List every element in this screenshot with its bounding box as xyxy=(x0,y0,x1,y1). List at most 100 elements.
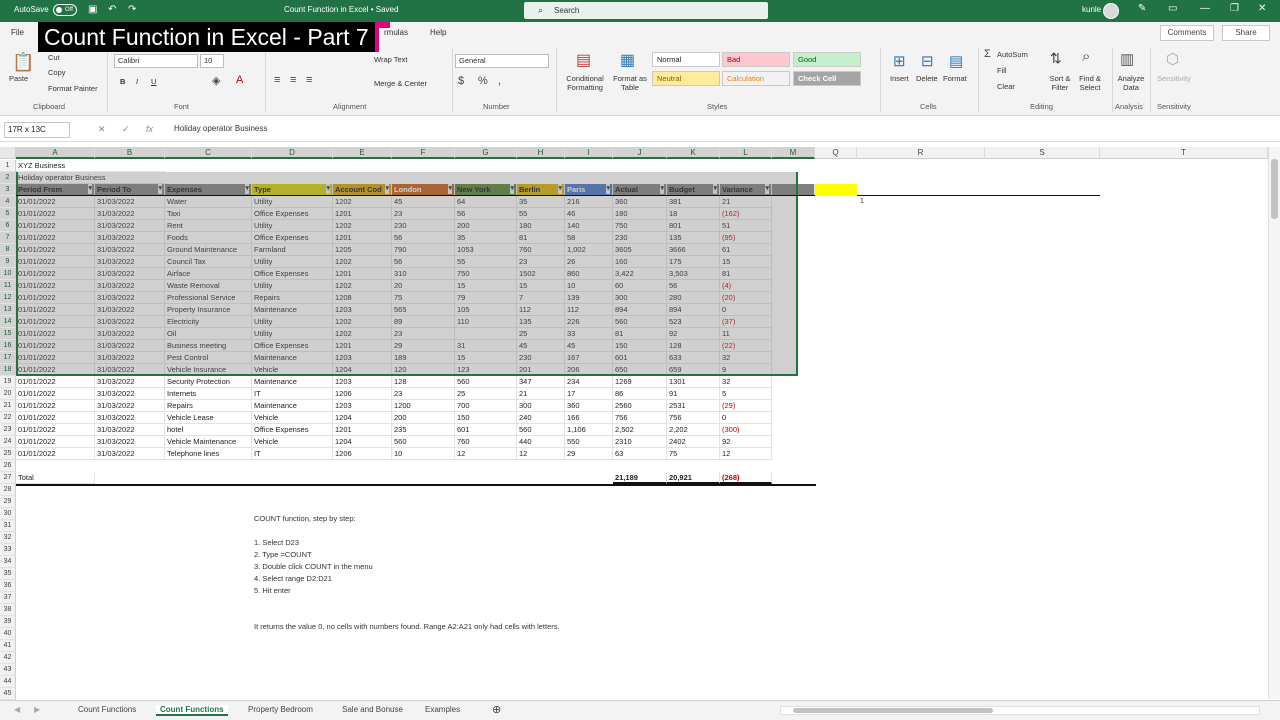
table-cell[interactable]: 61 xyxy=(720,244,772,256)
table-cell[interactable]: 1202 xyxy=(333,220,392,232)
add-sheet-icon[interactable]: ⊕ xyxy=(492,703,501,716)
table-cell[interactable]: 89 xyxy=(392,316,455,328)
table-cell[interactable]: 300 xyxy=(613,292,667,304)
table-cell[interactable]: Vehicle xyxy=(252,364,333,376)
column-header-k[interactable]: K xyxy=(667,147,720,159)
row-header-4[interactable]: 4 xyxy=(0,196,16,208)
table-cell[interactable]: 760 xyxy=(455,436,517,448)
table-cell[interactable]: 633 xyxy=(667,352,720,364)
table-cell[interactable]: 17 xyxy=(565,388,613,400)
table-cell[interactable]: 01/01/2022 xyxy=(16,196,95,208)
table-cell[interactable]: 58 xyxy=(565,232,613,244)
table-cell[interactable]: 7 xyxy=(517,292,565,304)
row-header-2[interactable]: 2 xyxy=(0,172,16,184)
row-header-16[interactable]: 16 xyxy=(0,340,16,352)
table-cell[interactable]: 29 xyxy=(565,448,613,460)
table-cell[interactable]: 01/01/2022 xyxy=(16,436,95,448)
table-cell[interactable]: 1204 xyxy=(333,436,392,448)
total-label[interactable]: Total xyxy=(16,472,95,484)
table-cell[interactable]: 550 xyxy=(565,436,613,448)
table-cell[interactable]: 01/01/2022 xyxy=(16,376,95,388)
table-cell[interactable]: 31/03/2022 xyxy=(95,412,165,424)
table-cell[interactable]: 31/03/2022 xyxy=(95,208,165,220)
table-cell[interactable]: 11 xyxy=(720,328,772,340)
analyze-data-button[interactable]: Analyze Data xyxy=(1115,74,1147,92)
search-box[interactable]: ⌕ Search xyxy=(524,2,768,19)
underline-button[interactable]: U xyxy=(151,77,156,86)
table-cell[interactable]: 23 xyxy=(517,256,565,268)
sheet-tab-property-bedroom[interactable]: Property Bedroom xyxy=(248,705,313,714)
table-cell[interactable]: Vehicle Insurance xyxy=(165,364,252,376)
sensitivity-icon[interactable]: ⬡ xyxy=(1166,50,1179,68)
table-cell[interactable]: 2,202 xyxy=(667,424,720,436)
table-cell[interactable]: 31/03/2022 xyxy=(95,448,165,460)
table-cell[interactable]: 756 xyxy=(613,412,667,424)
table-cell[interactable]: 31/03/2022 xyxy=(95,340,165,352)
table-cell[interactable]: 280 xyxy=(667,292,720,304)
table-cell[interactable]: 801 xyxy=(667,220,720,232)
table-cell[interactable]: 81 xyxy=(517,232,565,244)
table-cell[interactable]: 234 xyxy=(565,376,613,388)
table-cell[interactable]: 81 xyxy=(720,268,772,280)
table-cell[interactable]: 1201 xyxy=(333,424,392,436)
table-cell[interactable]: 55 xyxy=(517,208,565,220)
style-neutral[interactable]: Neutral xyxy=(652,71,720,86)
column-header-b[interactable]: B xyxy=(95,147,165,159)
row-header-43[interactable]: 43 xyxy=(0,664,16,676)
table-cell[interactable]: 18 xyxy=(667,208,720,220)
align-left-icon[interactable]: ≡ xyxy=(274,74,280,86)
table-cell[interactable]: 216 xyxy=(565,196,613,208)
column-header-h[interactable]: H xyxy=(517,147,565,159)
insert-cells-icon[interactable]: ⊞ xyxy=(893,52,906,70)
table-cell[interactable]: Professional Service xyxy=(165,292,252,304)
table-cell[interactable]: 31/03/2022 xyxy=(95,232,165,244)
row-header-26[interactable]: 26 xyxy=(0,460,16,472)
table-cell[interactable]: 300 xyxy=(517,400,565,412)
table-cell[interactable]: 01/01/2022 xyxy=(16,328,95,340)
table-cell[interactable]: 381 xyxy=(667,196,720,208)
table-cell[interactable]: 01/01/2022 xyxy=(16,304,95,316)
row-header-41[interactable]: 41 xyxy=(0,640,16,652)
table-cell[interactable]: 63 xyxy=(613,448,667,460)
table-cell[interactable]: 56 xyxy=(392,256,455,268)
row-header-13[interactable]: 13 xyxy=(0,304,16,316)
table-cell[interactable]: Utility xyxy=(252,280,333,292)
table-cell[interactable]: Telephone lines xyxy=(165,448,252,460)
row-header-42[interactable]: 42 xyxy=(0,652,16,664)
sort-filter-icon[interactable]: ⇅ xyxy=(1050,50,1062,67)
filter-dropdown-icon[interactable]: ▾ xyxy=(385,184,389,194)
table-cell[interactable]: 91 xyxy=(667,388,720,400)
table-cell[interactable]: 167 xyxy=(565,352,613,364)
table-cell[interactable]: 1202 xyxy=(333,196,392,208)
table-cell[interactable]: 31/03/2022 xyxy=(95,436,165,448)
row-header-29[interactable]: 29 xyxy=(0,496,16,508)
fill-button[interactable]: Fill xyxy=(997,66,1007,75)
table-cell[interactable]: 230 xyxy=(613,232,667,244)
table-cell[interactable]: 601 xyxy=(455,424,517,436)
table-cell[interactable]: 35 xyxy=(455,232,517,244)
table-cell[interactable]: 1206 xyxy=(333,448,392,460)
table-cell[interactable]: 31/03/2022 xyxy=(95,424,165,436)
table-cell[interactable]: 31/03/2022 xyxy=(95,280,165,292)
filter-dropdown-icon[interactable]: ▾ xyxy=(606,184,610,194)
autosum-button[interactable]: AutoSum xyxy=(997,50,1028,59)
table-cell[interactable]: Ground Maintenance xyxy=(165,244,252,256)
filter-dropdown-icon[interactable]: ▾ xyxy=(448,184,452,194)
row-header-8[interactable]: 8 xyxy=(0,244,16,256)
table-cell[interactable]: 1206 xyxy=(333,388,392,400)
analyze-data-icon[interactable]: ▥ xyxy=(1120,50,1134,68)
table-cell[interactable]: IT xyxy=(252,388,333,400)
table-cell[interactable]: Taxi xyxy=(165,208,252,220)
column-header-e[interactable]: E xyxy=(333,147,392,159)
row-header-32[interactable]: 32 xyxy=(0,532,16,544)
table-cell[interactable]: 360 xyxy=(613,196,667,208)
table-cell[interactable]: 560 xyxy=(455,376,517,388)
table-cell[interactable]: 79 xyxy=(455,292,517,304)
table-cell[interactable]: 31/03/2022 xyxy=(95,256,165,268)
table-cell[interactable]: (300) xyxy=(720,424,772,436)
table-cell[interactable]: 175 xyxy=(667,256,720,268)
column-header-c[interactable]: C xyxy=(165,147,252,159)
table-cell[interactable]: 31/03/2022 xyxy=(95,244,165,256)
table-cell[interactable]: 2,502 xyxy=(613,424,667,436)
total-actual[interactable]: 21,189 xyxy=(613,472,667,484)
